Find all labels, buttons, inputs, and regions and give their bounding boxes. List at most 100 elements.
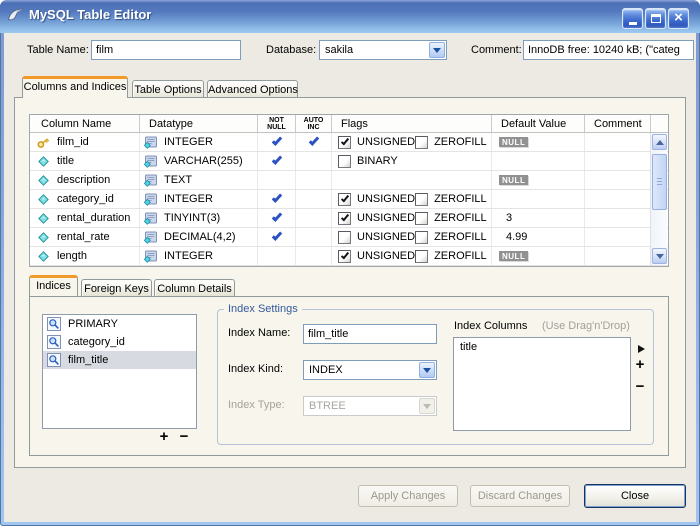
table-row[interactable]: length INTEGER UNSIGNEDZEROFILLNULL xyxy=(30,247,668,266)
remove-index-button[interactable]: − xyxy=(176,430,192,444)
header-default-value[interactable]: Default Value xyxy=(492,115,585,132)
column-name-cell: description xyxy=(30,171,140,189)
maximize-button[interactable] xyxy=(645,8,666,29)
flag-checkbox[interactable] xyxy=(415,136,428,149)
title-bar[interactable]: MySQL Table Editor × xyxy=(0,0,700,33)
header-comment[interactable]: Comment xyxy=(585,115,651,132)
index-list-item[interactable]: film_title xyxy=(43,351,196,369)
tab-advanced-options[interactable]: Advanced Options xyxy=(207,80,298,98)
not-null-check-icon xyxy=(271,230,281,241)
comment-input[interactable] xyxy=(523,40,694,60)
app-icon xyxy=(6,6,24,24)
datatype-text: INTEGER xyxy=(164,250,213,262)
flag-checkbox[interactable] xyxy=(415,250,428,263)
table-row[interactable]: rental_rateDECIMAL(4,2)UNSIGNEDZEROFILL4… xyxy=(30,228,668,247)
column-name: rental_duration xyxy=(57,212,130,224)
remove-index-column-button[interactable]: − xyxy=(632,380,648,394)
table-row[interactable]: film_idINTEGERUNSIGNEDZEROFILLNULL xyxy=(30,133,668,152)
flag-checkbox[interactable] xyxy=(338,250,351,263)
flag: ZEROFILL xyxy=(415,250,491,263)
datatype-cell: INTEGER xyxy=(140,190,258,208)
index-kind-select[interactable]: INDEX xyxy=(303,360,437,380)
index-column-item[interactable]: title xyxy=(454,338,630,353)
header-auto-inc[interactable]: AUTO INC xyxy=(296,115,332,132)
index-list[interactable]: PRIMARY category_id film_title xyxy=(42,314,197,429)
flag-label: UNSIGNED xyxy=(357,136,415,148)
move-column-button[interactable] xyxy=(638,345,645,353)
flag-label: UNSIGNED xyxy=(357,250,415,262)
default-value-cell: NULL xyxy=(492,247,585,265)
index-name-input[interactable] xyxy=(303,324,437,344)
scrollbar-thumb[interactable] xyxy=(652,154,667,210)
index-settings-legend: Index Settings xyxy=(224,303,302,315)
primary-key-icon xyxy=(35,135,51,150)
not-null-check-icon xyxy=(271,192,281,203)
datatype-icon xyxy=(143,231,159,244)
table-row[interactable]: titleVARCHAR(255)BINARY xyxy=(30,152,668,171)
scroll-down-button[interactable] xyxy=(652,248,667,264)
not-null-check-icon xyxy=(271,211,281,222)
default-value-cell: 3 xyxy=(492,209,585,227)
datatype-icon xyxy=(143,174,159,187)
auto-inc-cell xyxy=(296,247,332,265)
comment-cell xyxy=(585,228,651,246)
database-select[interactable]: sakila xyxy=(319,40,447,60)
tab-table-options[interactable]: Table Options xyxy=(132,80,204,98)
datatype-icon xyxy=(143,136,159,149)
index-name: film_title xyxy=(68,354,108,366)
tab-indices[interactable]: Indices xyxy=(29,275,78,296)
index-type-select: BTREE xyxy=(303,396,437,416)
table-row[interactable]: category_idINTEGERUNSIGNEDZEROFILL xyxy=(30,190,668,209)
not-null-cell xyxy=(258,190,296,208)
default-value-cell xyxy=(492,190,585,208)
table-name-input[interactable] xyxy=(91,40,241,60)
column-icon xyxy=(35,250,51,263)
close-dialog-button[interactable]: Close xyxy=(584,484,686,508)
flag: ZEROFILL xyxy=(415,212,491,225)
add-index-button[interactable]: + xyxy=(156,430,172,444)
column-name: rental_rate xyxy=(57,231,110,243)
datatype-icon xyxy=(143,193,159,206)
table-row[interactable]: rental_durationTINYINT(3)UNSIGNEDZEROFIL… xyxy=(30,209,668,228)
flag-label: UNSIGNED xyxy=(357,212,415,224)
add-index-column-button[interactable]: + xyxy=(632,358,648,372)
index-list-item[interactable]: PRIMARY xyxy=(43,315,196,333)
index-name: category_id xyxy=(68,336,125,348)
flag-checkbox[interactable] xyxy=(338,231,351,244)
minimize-icon xyxy=(629,22,637,25)
flag-checkbox[interactable] xyxy=(415,193,428,206)
index-columns-list[interactable]: title xyxy=(453,337,631,431)
comment-cell xyxy=(585,133,651,151)
flag-checkbox[interactable] xyxy=(338,212,351,225)
vertical-scrollbar[interactable] xyxy=(650,133,667,265)
header-flags[interactable]: Flags xyxy=(332,115,492,132)
minimize-button[interactable] xyxy=(622,8,643,29)
database-dropdown-button[interactable] xyxy=(429,42,445,58)
auto-inc-check-icon xyxy=(308,135,318,146)
index-kind-dropdown-button[interactable] xyxy=(419,362,435,378)
flag-checkbox[interactable] xyxy=(415,231,428,244)
client-area: Table Name: Database: sakila Comment: Co… xyxy=(4,33,696,522)
table-row[interactable]: descriptionTEXTNULL xyxy=(30,171,668,190)
check-icon xyxy=(340,250,348,259)
index-list-item[interactable]: category_id xyxy=(43,333,196,351)
column-name-cell: length xyxy=(30,247,140,265)
flag-checkbox[interactable] xyxy=(338,193,351,206)
datatype-cell: INTEGER xyxy=(140,247,258,265)
scroll-up-button[interactable] xyxy=(652,134,667,150)
flag-checkbox[interactable] xyxy=(338,155,351,168)
tab-columns-and-indices[interactable]: Columns and Indices xyxy=(22,76,128,98)
comment-cell xyxy=(585,171,651,189)
flag-label: ZEROFILL xyxy=(434,212,487,224)
column-icon xyxy=(35,174,51,187)
check-icon xyxy=(340,193,348,202)
flags-cell: UNSIGNEDZEROFILL xyxy=(332,247,492,265)
header-datatype[interactable]: Datatype xyxy=(140,115,258,132)
tab-foreign-keys[interactable]: Foreign Keys xyxy=(81,279,152,296)
flag-checkbox[interactable] xyxy=(415,212,428,225)
tab-column-details[interactable]: Column Details xyxy=(154,279,235,296)
header-column-name[interactable]: Column Name xyxy=(30,115,140,132)
close-button[interactable]: × xyxy=(668,8,689,29)
flag-checkbox[interactable] xyxy=(338,136,351,149)
header-not-null[interactable]: NOT NULL xyxy=(258,115,296,132)
